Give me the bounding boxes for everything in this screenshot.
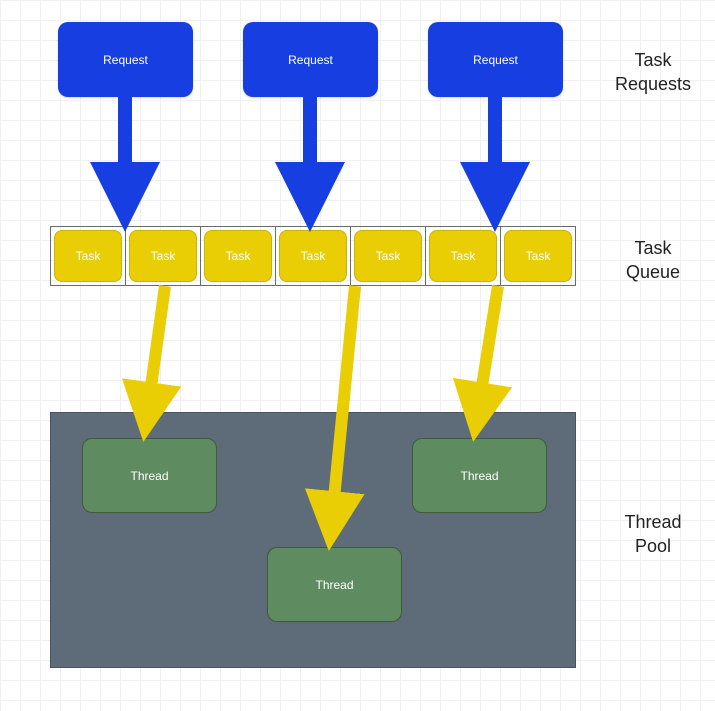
section-label-pool: Thread Pool [598, 510, 708, 559]
task-chip: Task [204, 230, 272, 282]
task-cell: Task [501, 227, 575, 285]
diagram-canvas: Request Request Request Task Task Task T… [0, 0, 715, 711]
thread-box: Thread [412, 438, 547, 513]
task-queue: Task Task Task Task Task Task [50, 226, 576, 286]
task-cell: Task [126, 227, 201, 285]
task-cell: Task [276, 227, 351, 285]
request-box: Request [243, 22, 378, 97]
task-label: Task [301, 249, 326, 263]
request-box: Request [58, 22, 193, 97]
task-label: Task [526, 249, 551, 263]
request-label: Request [288, 53, 333, 67]
task-label: Task [376, 249, 401, 263]
arrow-queue-to-thread [475, 286, 498, 430]
thread-label: Thread [315, 578, 353, 592]
task-label: Task [76, 249, 101, 263]
arrow-queue-to-thread [145, 286, 165, 430]
thread-box: Thread [82, 438, 217, 513]
task-label: Task [226, 249, 251, 263]
task-chip: Task [504, 230, 572, 282]
task-chip: Task [129, 230, 197, 282]
task-chip: Task [279, 230, 347, 282]
task-cell: Task [426, 227, 501, 285]
task-chip: Task [429, 230, 497, 282]
thread-label: Thread [460, 469, 498, 483]
thread-box: Thread [267, 547, 402, 622]
task-chip: Task [54, 230, 122, 282]
task-cell: Task [51, 227, 126, 285]
request-label: Request [473, 53, 518, 67]
section-label-requests: Task Requests [598, 48, 708, 97]
task-label: Task [451, 249, 476, 263]
thread-label: Thread [130, 469, 168, 483]
section-label-queue: Task Queue [598, 236, 708, 285]
task-cell: Task [351, 227, 426, 285]
task-label: Task [151, 249, 176, 263]
request-box: Request [428, 22, 563, 97]
request-label: Request [103, 53, 148, 67]
task-cell: Task [201, 227, 276, 285]
task-chip: Task [354, 230, 422, 282]
